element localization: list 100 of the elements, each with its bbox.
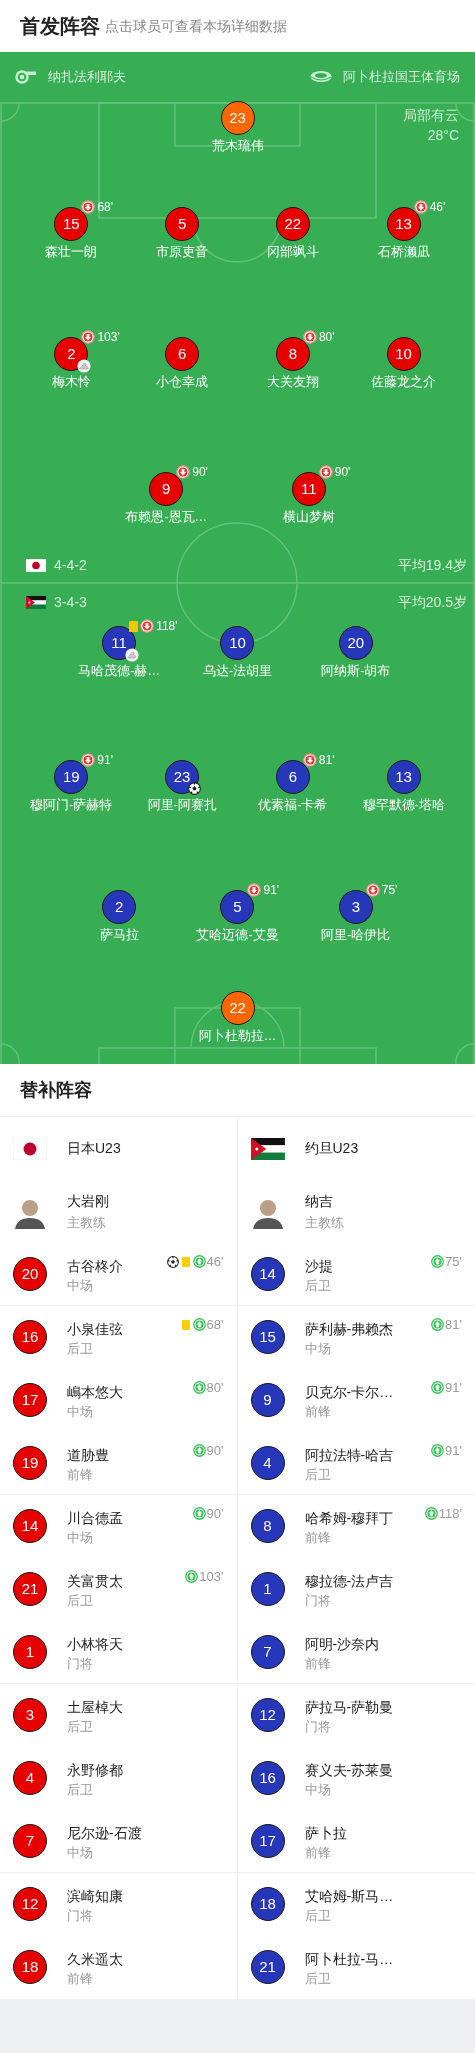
player-number[interactable]: 6 bbox=[275, 760, 310, 794]
coach-name: 大岩刚 bbox=[67, 1191, 109, 1211]
substitution-minute: 91' bbox=[263, 884, 280, 896]
player-number[interactable]: 7 bbox=[250, 1635, 285, 1669]
player-number[interactable]: 9 bbox=[250, 1383, 285, 1417]
booking-card-icon bbox=[181, 1319, 190, 1330]
player-position: 前锋 bbox=[67, 1466, 94, 1484]
player-name[interactable]: 艾哈姆-斯马… bbox=[304, 1886, 394, 1906]
player-number[interactable]: 4 bbox=[250, 1446, 285, 1480]
player-name[interactable]: 赛义夫-苏莱曼 bbox=[304, 1760, 394, 1780]
player-name[interactable]: 哈希姆-穆拜丁 bbox=[304, 1508, 394, 1528]
player-position: 后卫 bbox=[67, 1718, 94, 1736]
substitution-in-icon bbox=[192, 1255, 206, 1268]
player-name[interactable]: 沙提 bbox=[304, 1256, 333, 1276]
substitution-minute: 118' bbox=[156, 620, 178, 632]
player-number[interactable]: 22 bbox=[275, 207, 310, 241]
player-name[interactable]: 小泉佳弦 bbox=[67, 1319, 123, 1339]
substitution-in-icon bbox=[192, 1318, 206, 1331]
average-age: 平均19.4岁 bbox=[397, 555, 467, 575]
player-number[interactable]: 18 bbox=[250, 1887, 285, 1921]
player-number[interactable]: 10 bbox=[220, 626, 255, 660]
player-name[interactable]: 阿拉法特-哈吉 bbox=[304, 1445, 394, 1465]
player-name[interactable]: 穆拉德-法卢吉 bbox=[304, 1571, 394, 1591]
player-position: 中场 bbox=[67, 1529, 94, 1547]
player-position: 前锋 bbox=[67, 1970, 94, 1988]
substitution-in-icon bbox=[431, 1381, 445, 1394]
player-name[interactable]: 道胁豊 bbox=[67, 1445, 109, 1465]
player-name[interactable]: 永野修都 bbox=[67, 1760, 123, 1780]
player-name[interactable]: 尼尔逊-石渡 bbox=[67, 1823, 142, 1843]
player-position: 门将 bbox=[304, 1592, 332, 1610]
player-number[interactable]: 12 bbox=[250, 1698, 285, 1732]
section-title: 首发阵容 bbox=[20, 14, 100, 39]
player-number[interactable]: 23 bbox=[165, 760, 200, 794]
player-name[interactable]: 关富贯太 bbox=[67, 1571, 123, 1591]
substitution-out-icon bbox=[140, 619, 155, 633]
player-number[interactable]: 19 bbox=[54, 760, 89, 794]
player-number[interactable]: 1 bbox=[13, 1635, 47, 1669]
player-number[interactable]: 16 bbox=[250, 1761, 285, 1795]
player-number[interactable]: 13 bbox=[386, 207, 421, 241]
player-number[interactable]: 7 bbox=[13, 1824, 47, 1858]
player-number[interactable]: 8 bbox=[250, 1509, 285, 1543]
coach-name: 纳吉 bbox=[304, 1191, 334, 1211]
flag-icon bbox=[26, 558, 46, 572]
player-number[interactable]: 10 bbox=[386, 337, 421, 371]
substitution-out-icon bbox=[318, 465, 333, 479]
team-name: 约旦U23 bbox=[304, 1139, 359, 1158]
player-number[interactable]: 16 bbox=[13, 1320, 47, 1354]
player-position: 中场 bbox=[67, 1844, 94, 1862]
coach-role: 主教练 bbox=[304, 1213, 344, 1232]
team-name: 日本U23 bbox=[67, 1139, 121, 1158]
player-number[interactable]: 18 bbox=[13, 1950, 47, 1984]
player-number[interactable]: 3 bbox=[13, 1698, 47, 1732]
substitution-minute: 68' bbox=[206, 1318, 224, 1331]
stadium-name: 阿卜杜拉国王体育场 bbox=[343, 67, 460, 86]
player-name[interactable]: 古谷柊介 bbox=[67, 1256, 123, 1276]
substitution-minute: 46' bbox=[429, 201, 446, 213]
substitution-minute: 81' bbox=[318, 754, 335, 766]
player-number[interactable]: 4 bbox=[13, 1761, 47, 1795]
player-name[interactable]: 川合德孟 bbox=[67, 1508, 123, 1528]
player-number[interactable]: 21 bbox=[13, 1572, 47, 1606]
substitution-out-icon bbox=[413, 200, 428, 214]
player-number[interactable]: 20 bbox=[338, 626, 373, 660]
player-name[interactable]: 久米遥太 bbox=[67, 1949, 123, 1969]
player-name[interactable]: 土屋棹大 bbox=[67, 1697, 123, 1717]
player-number[interactable]: 14 bbox=[250, 1257, 285, 1291]
player-name[interactable]: 萨利赫-弗赖杰 bbox=[304, 1319, 394, 1339]
player-number[interactable]: 13 bbox=[386, 760, 421, 794]
player-number[interactable]: 6 bbox=[165, 337, 200, 371]
player-number[interactable]: 5 bbox=[165, 207, 200, 241]
player-number[interactable]: 2 bbox=[102, 890, 137, 924]
player-number[interactable]: 1 bbox=[250, 1572, 285, 1606]
player-name[interactable]: 嶋本悠大 bbox=[67, 1382, 123, 1402]
player-name[interactable]: 贝克尔-卡尔… bbox=[304, 1382, 394, 1402]
substitution-in-icon bbox=[431, 1444, 445, 1457]
player-number[interactable]: 19 bbox=[13, 1446, 47, 1480]
player-position: 后卫 bbox=[67, 1340, 94, 1358]
player-position: 门将 bbox=[304, 1718, 332, 1736]
player-number[interactable]: 15 bbox=[54, 207, 89, 241]
player-number[interactable]: 12 bbox=[13, 1887, 47, 1921]
player-number[interactable]: 5 bbox=[220, 890, 255, 924]
flag-icon bbox=[250, 1137, 285, 1160]
substitution-minute: 103' bbox=[199, 1570, 224, 1583]
player-number[interactable]: 17 bbox=[13, 1383, 47, 1417]
player-name[interactable]: 小林将天 bbox=[67, 1634, 123, 1654]
player-name[interactable]: 阿明-沙奈内 bbox=[304, 1634, 380, 1654]
player-number[interactable]: 20 bbox=[13, 1257, 47, 1291]
player-number[interactable]: 3 bbox=[338, 890, 373, 924]
player-number[interactable]: 9 bbox=[149, 472, 184, 506]
player-name[interactable]: 萨卜拉 bbox=[304, 1823, 347, 1843]
player-number[interactable]: 14 bbox=[13, 1509, 47, 1543]
coach-role: 主教练 bbox=[67, 1213, 107, 1232]
player-name[interactable]: 阿卜杜拉-马… bbox=[304, 1949, 394, 1969]
player-number[interactable]: 11 bbox=[291, 472, 326, 506]
whistle-icon bbox=[15, 69, 37, 84]
player-number[interactable]: 21 bbox=[250, 1950, 285, 1984]
player-number[interactable]: 17 bbox=[250, 1824, 285, 1858]
player-number[interactable]: 15 bbox=[250, 1320, 285, 1354]
player-name[interactable]: 滨崎知康 bbox=[67, 1886, 123, 1906]
player-name[interactable]: 萨拉马-萨勒曼 bbox=[304, 1697, 394, 1717]
player-number[interactable]: 8 bbox=[275, 337, 310, 371]
